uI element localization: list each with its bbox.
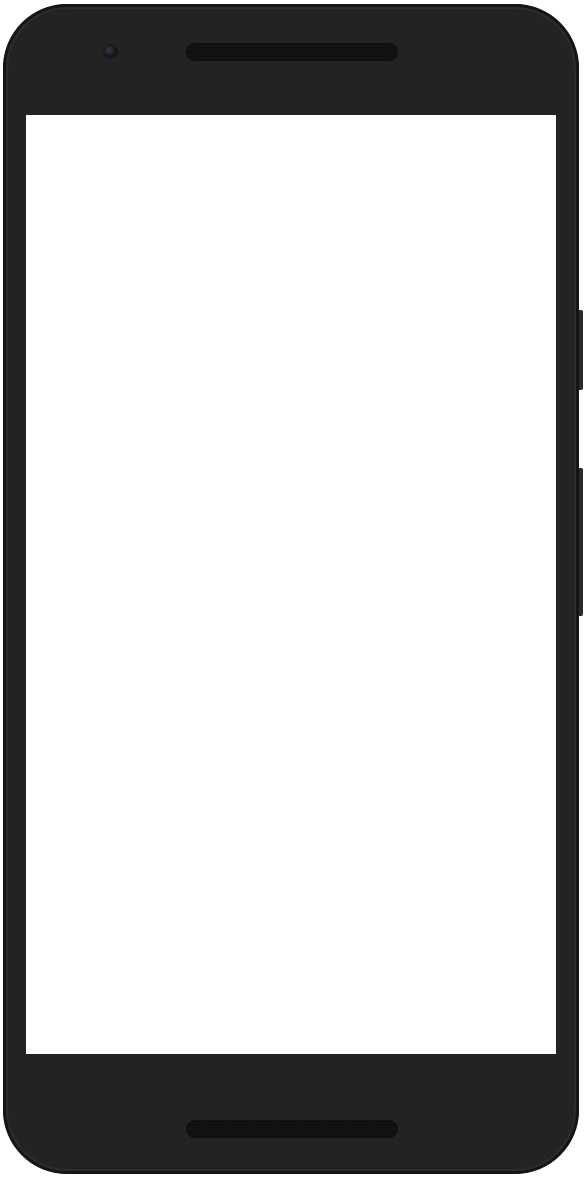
front-camera-icon bbox=[104, 45, 117, 58]
power-button bbox=[579, 310, 583, 390]
device-mockup bbox=[0, 0, 585, 1179]
device-screen bbox=[26, 115, 556, 1054]
bottom-speaker-icon bbox=[186, 1120, 398, 1138]
volume-rocker bbox=[579, 468, 583, 616]
earpiece-speaker-icon bbox=[186, 43, 398, 61]
